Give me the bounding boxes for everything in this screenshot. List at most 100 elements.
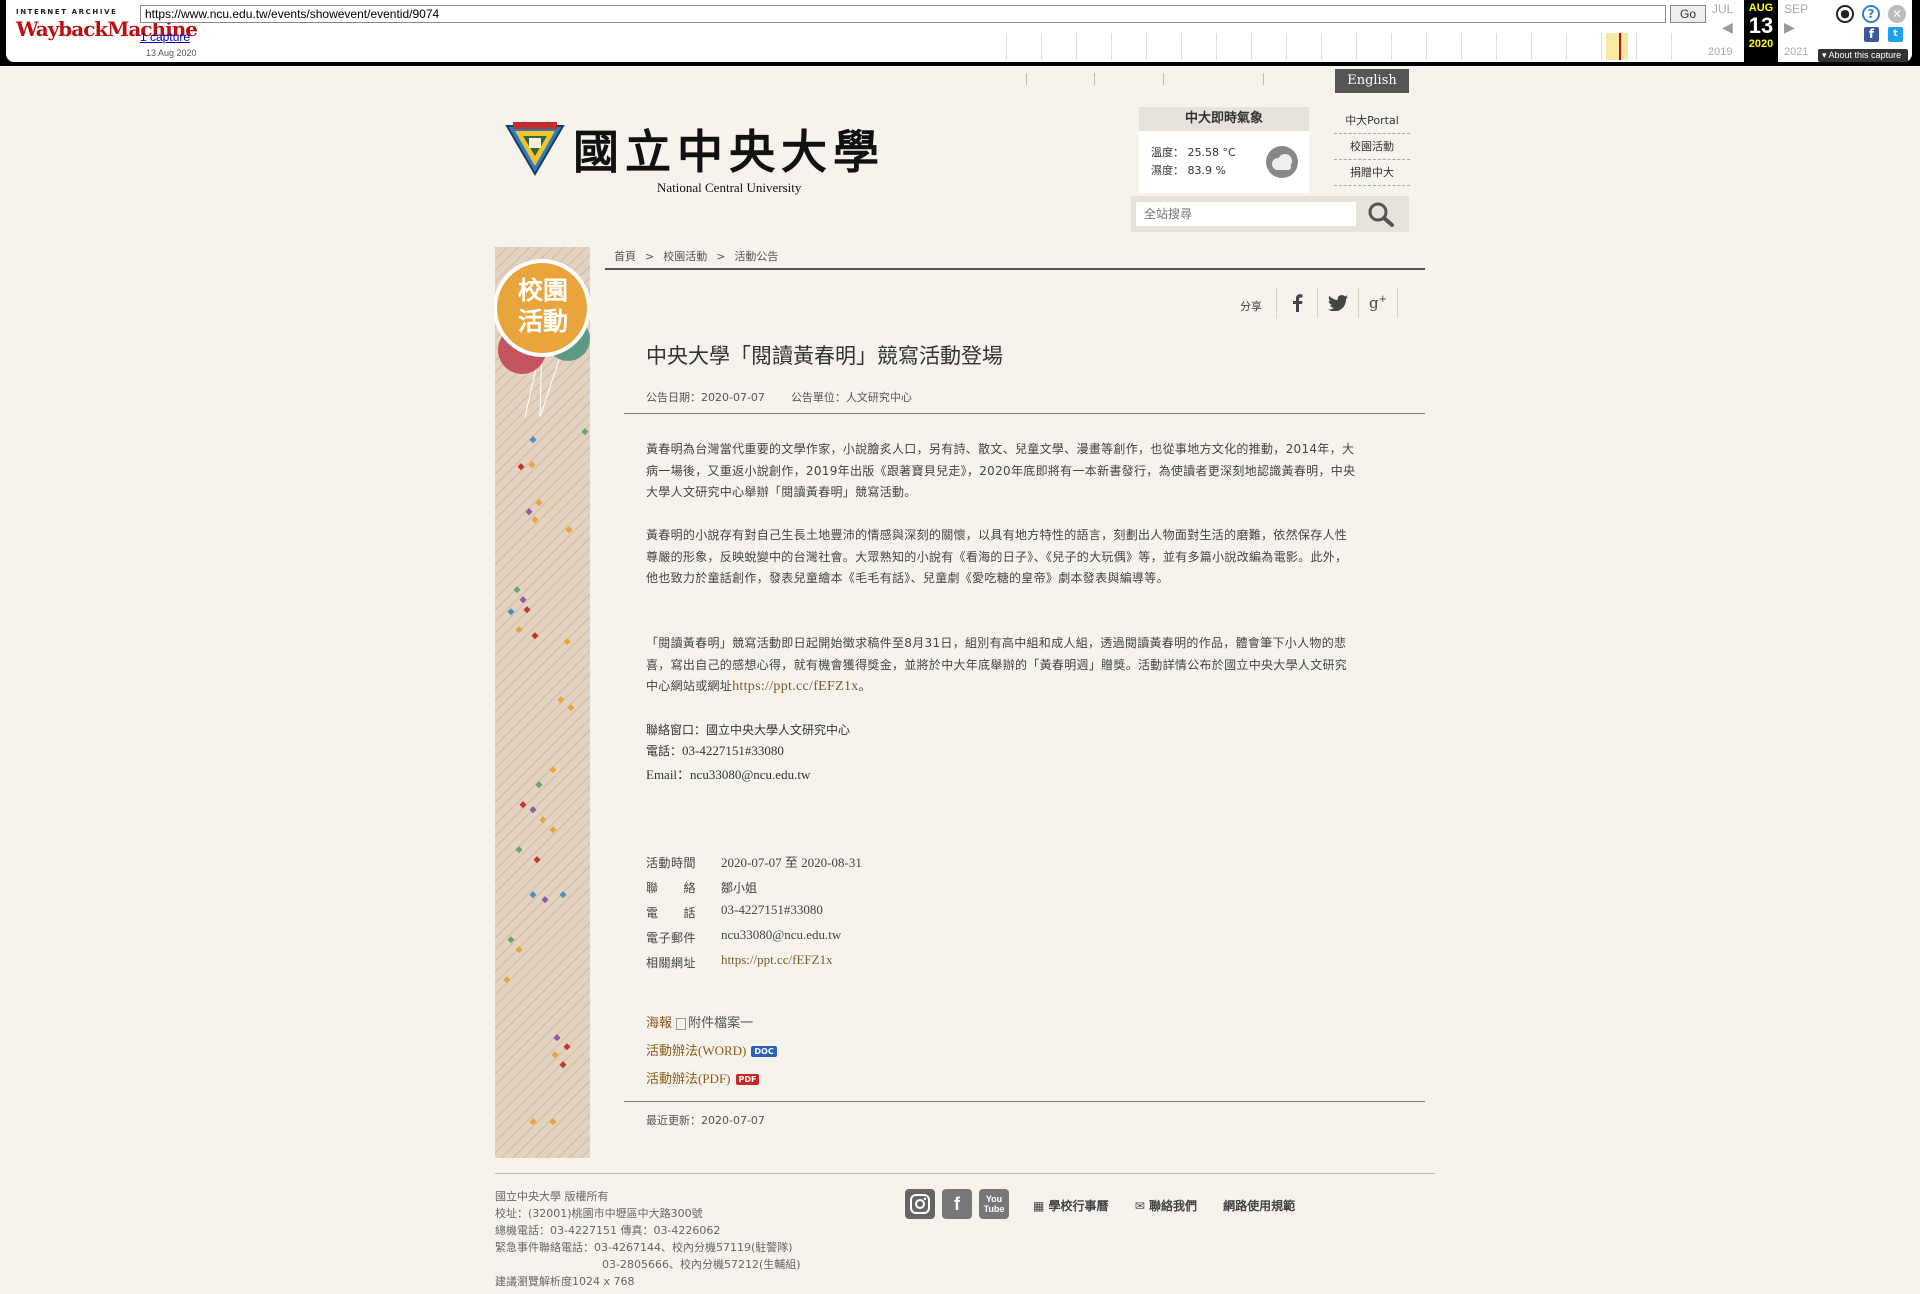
wayback-sparkline[interactable] xyxy=(1006,33,1706,60)
sparkline-year-divider xyxy=(1496,33,1497,60)
user-icon[interactable]: ● xyxy=(1836,5,1854,23)
logo-english-name: National Central University xyxy=(657,180,802,195)
wayback-captures-link[interactable]: 1 capture xyxy=(140,30,190,44)
wayback-current-month: AUG xyxy=(1748,2,1774,14)
contact-phone-value: 03-4227151#33080 xyxy=(682,743,784,758)
wayback-next-year[interactable]: 2021 xyxy=(1784,46,1808,58)
wayback-toolbar-panel: INTERNET ARCHIVE WaybackMachine https://… xyxy=(6,0,1912,62)
footer-links: ▦ 學校行事曆 ✉ 聯絡我們 網路使用規範 xyxy=(1033,1197,1317,1214)
youtube-icon[interactable]: You Tube xyxy=(979,1189,1009,1219)
footer-phone-fax: 總機電話：03-4227151 傳真：03-4226062 xyxy=(495,1224,721,1237)
word-attachment[interactable]: 活動辦法(WORD) DOC xyxy=(646,1040,777,1059)
prev-arrow-icon[interactable]: ◀ xyxy=(1722,20,1733,36)
twitter-share-button[interactable] xyxy=(1317,288,1357,318)
banner-title: 校園 活動 xyxy=(509,275,577,337)
weather-humidity: 濕度： 83.9 % xyxy=(1151,162,1226,178)
wayback-logo[interactable]: INTERNET ARCHIVE WaybackMachine xyxy=(16,8,198,54)
event-email-label: 電子郵件 xyxy=(646,931,697,945)
event-contact-value: 鄒小姐 xyxy=(721,881,758,895)
wayback-brand-logo: WaybackMachine xyxy=(16,17,198,41)
share-label: 分享 xyxy=(1240,300,1262,313)
article-paragraph: 黃春明的小說存有對自己生長土地豐沛的情感與深刻的關懷，以具有地方特性的語言，刻劃… xyxy=(646,528,1348,585)
sparkline-year-divider xyxy=(1006,33,1007,60)
sparkline-capture-marker[interactable] xyxy=(1619,33,1621,60)
sparkline-year-divider xyxy=(1076,33,1077,60)
sparkline-year-divider xyxy=(1041,33,1042,60)
google-plus-share-button[interactable]: g+ xyxy=(1358,288,1398,318)
wayback-go-button[interactable]: Go xyxy=(1670,5,1706,23)
calendar-link[interactable]: ▦ 學校行事曆 xyxy=(1033,1199,1109,1213)
quick-links: 中大Portal 校園活動 捐贈中大 xyxy=(1334,108,1410,186)
pdf-attachment[interactable]: 活動辦法(PDF) PDF xyxy=(646,1068,760,1087)
sparkline-year-divider xyxy=(1181,33,1182,60)
wayback-brand-top: INTERNET ARCHIVE xyxy=(16,8,118,16)
next-arrow-icon[interactable]: ▶ xyxy=(1784,20,1795,36)
wayback-about-capture[interactable]: ▾ About this capture xyxy=(1818,49,1908,62)
footer-divider xyxy=(495,1173,1435,1174)
sparkline-year-divider xyxy=(1321,33,1322,60)
article-meta: 公告日期：2020-07-07 公告單位：人文研究中心 xyxy=(646,389,912,405)
contact-email: Email：ncu33080@ncu.edu.tw xyxy=(646,764,810,783)
english-link[interactable]: English xyxy=(1335,69,1409,93)
sparkline-year-divider xyxy=(1531,33,1532,60)
announcement-date: 公告日期：2020-07-07 xyxy=(646,391,765,404)
weather-title: 中大即時氣象 xyxy=(1139,107,1309,131)
wayback-url-input[interactable]: https://www.ncu.edu.tw/events/showevent/… xyxy=(140,5,1666,23)
related-url-link[interactable]: https://ppt.cc/fEFZ1x xyxy=(732,679,858,694)
contact-us-link[interactable]: ✉ 聯絡我們 xyxy=(1135,1199,1197,1213)
event-url-link[interactable]: https://ppt.cc/fEFZ1x xyxy=(721,952,833,967)
cloudy-weather-icon xyxy=(1266,146,1298,178)
word-attachment-label: 活動辦法(WORD) xyxy=(646,1043,747,1058)
temperature-label: 溫度： xyxy=(1151,146,1184,159)
event-time-value: 2020-07-07 至 2020-08-31 xyxy=(721,855,862,870)
quick-link-donate[interactable]: 捐贈中大 xyxy=(1334,160,1410,186)
event-email-value: ncu33080@ncu.edu.tw xyxy=(721,927,842,942)
wayback-about-label: About this capture xyxy=(1828,50,1902,60)
wayback-capture-date: 13 Aug 2020 xyxy=(146,48,197,58)
announcement-unit: 公告單位：人文研究中心 xyxy=(790,391,912,404)
quick-link-portal[interactable]: 中大Portal xyxy=(1334,108,1410,134)
facebook-share-button[interactable] xyxy=(1276,288,1316,318)
breadcrumb-home[interactable]: 首頁 xyxy=(614,250,636,263)
contact-phone-label: 電話： xyxy=(646,744,683,758)
ncu-emblem-icon xyxy=(505,122,565,176)
humidity-label: 濕度： xyxy=(1151,164,1184,177)
ncu-logo[interactable]: 國立中央大學 National Central University xyxy=(505,116,879,202)
wayback-prev-year[interactable]: 2019 xyxy=(1708,46,1732,58)
poster-image-alt: 附件檔案一 xyxy=(688,1016,754,1031)
search-input[interactable] xyxy=(1136,202,1356,226)
sparkline-year-divider xyxy=(1566,33,1567,60)
contact-email-value: ncu33080@ncu.edu.tw xyxy=(690,767,811,782)
content-bottom-divider xyxy=(624,1101,1425,1102)
sparkline-year-divider xyxy=(1111,33,1112,60)
twitter-share-icon[interactable]: t xyxy=(1888,27,1903,42)
humidity-value: 83.9 % xyxy=(1187,164,1226,177)
facebook-share-icon[interactable]: f xyxy=(1864,27,1879,42)
sparkline-year-divider xyxy=(1461,33,1462,60)
search-icon[interactable] xyxy=(1365,200,1397,228)
facebook-page-icon[interactable]: f xyxy=(942,1189,972,1219)
breadcrumb-campus-events[interactable]: 校園活動 xyxy=(663,250,707,263)
logo-chinese-name: 國立中央大學 xyxy=(573,125,885,179)
instagram-icon[interactable] xyxy=(905,1189,935,1219)
contact-email-label: Email： xyxy=(646,767,691,782)
breadcrumb: 首頁 > 校園活動 > 活動公告 xyxy=(614,248,778,264)
close-icon[interactable]: ✕ xyxy=(1888,5,1906,23)
poster-label[interactable]: 海報 xyxy=(646,1016,672,1031)
meta-divider xyxy=(624,413,1425,414)
network-policy-link[interactable]: 網路使用規範 xyxy=(1223,1199,1295,1213)
contact-window-text: 聯絡窗口：國立中央大學人文研究中心 xyxy=(646,723,851,737)
poster-image[interactable]: 附件檔案一 xyxy=(676,1012,753,1031)
quick-link-campus-events[interactable]: 校園活動 xyxy=(1334,134,1410,160)
contact-phone: 電話：03-4227151#33080 xyxy=(646,742,784,759)
pdf-attachment-label: 活動辦法(PDF) xyxy=(646,1071,731,1086)
sparkline-year-divider xyxy=(1601,33,1602,60)
breadcrumb-announcements[interactable]: 活動公告 xyxy=(734,250,778,263)
calendar-link-label: 學校行事曆 xyxy=(1048,1199,1109,1213)
twitter-icon xyxy=(1327,295,1348,311)
wayback-next-month[interactable]: SEP xyxy=(1784,2,1808,16)
breadcrumb-divider xyxy=(605,268,1425,270)
wayback-prev-month[interactable]: JUL xyxy=(1712,2,1733,16)
broken-image-icon xyxy=(676,1017,687,1030)
help-icon[interactable]: ? xyxy=(1862,5,1880,23)
